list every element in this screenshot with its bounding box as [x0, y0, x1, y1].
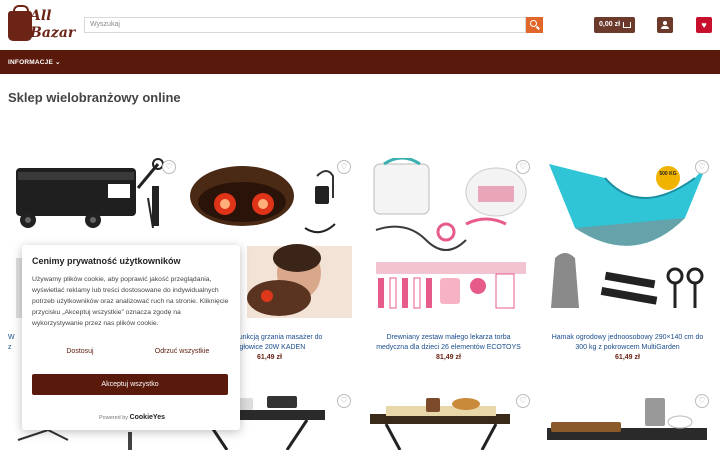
product-name-line2: medyczna dla dzieci 26 elementów ECOTOYS [376, 344, 521, 351]
logo-line2: Bazar [30, 25, 76, 41]
product-name-line2: z [8, 344, 12, 351]
nav-item-informacje[interactable]: INFORMACJE ⌄ [8, 58, 61, 66]
search-input[interactable]: Wyszukaj [84, 17, 526, 33]
product-name-line1: W [8, 334, 15, 341]
product-price: 61,49 zł [615, 354, 640, 361]
cart-total: 0,00 zł [599, 21, 621, 28]
reject-all-button[interactable]: Odrzuć wszystkie [134, 344, 230, 359]
add-to-wishlist-icon[interactable]: ♡ [162, 160, 176, 174]
search-icon [530, 20, 537, 27]
heart-icon: ♥ [701, 20, 707, 30]
capacity-badge: 500 KG [656, 166, 680, 190]
site-header: All Bazar Wyszukaj 0,00 zł ♥ [0, 0, 720, 50]
powered-by: Powered by CookieYes [32, 414, 232, 421]
product-image-hammock[interactable] [545, 158, 710, 318]
user-icon-body [661, 26, 669, 29]
add-to-wishlist-icon[interactable]: ♡ [516, 160, 530, 174]
shopping-bag-icon [8, 5, 32, 41]
product-name[interactable]: W z [8, 333, 22, 353]
add-to-wishlist-icon[interactable]: ♡ [516, 394, 530, 408]
product-price: 81,49 zł [436, 354, 461, 361]
add-to-wishlist-icon[interactable]: ♡ [695, 160, 709, 174]
user-icon [663, 21, 667, 25]
wishlist-button[interactable]: ♥ [696, 17, 712, 33]
product-image-doctor-kit[interactable] [366, 158, 531, 318]
cookie-description: Używamy plików cookie, aby poprawić jako… [32, 276, 229, 327]
cookieyes-logo[interactable]: CookieYes [130, 414, 165, 421]
product-image-table-coffee[interactable] [545, 392, 710, 450]
basket-icon [623, 22, 631, 28]
page-title: Sklep wielobranżowy online [8, 90, 181, 105]
add-to-wishlist-icon[interactable]: ♡ [337, 160, 351, 174]
product-name[interactable]: Drewniany zestaw małego lekarza torba me… [366, 333, 531, 353]
add-to-wishlist-icon[interactable]: ♡ [337, 394, 351, 408]
logo-line1: All [30, 8, 52, 24]
account-button[interactable] [657, 17, 673, 33]
product-card[interactable]: ♡ [545, 392, 710, 455]
cookie-title: Cenimy prywatność użytkowników [32, 256, 181, 266]
product-image-table-map[interactable] [366, 392, 531, 451]
logo-text: All Bazar [30, 8, 76, 42]
logo[interactable]: All Bazar [8, 5, 75, 45]
accept-all-button[interactable]: Akceptuj wszystko [32, 374, 228, 395]
product-name[interactable]: Hamak ogrodowy jednoosobowy 290×140 cm d… [545, 333, 710, 353]
customize-button[interactable]: Dostosuj [32, 344, 128, 359]
search-button[interactable] [526, 17, 543, 33]
product-name-line1: Hamak ogrodowy jednoosobowy 290×140 cm d… [551, 334, 704, 341]
product-name-line1: Drewniany zestaw małego lekarza torba [386, 334, 511, 341]
add-to-wishlist-icon[interactable]: ♡ [695, 394, 709, 408]
product-card[interactable]: ♡ [366, 392, 531, 455]
cart-button[interactable]: 0,00 zł [594, 17, 635, 33]
product-name-line2: 300 kg z pokrowcem MultiGarden [575, 344, 680, 351]
main-nav: INFORMACJE ⌄ [0, 50, 720, 74]
cookie-consent-dialog: Cenimy prywatność użytkowników Używamy p… [22, 245, 240, 430]
powered-prefix: Powered by [99, 415, 129, 421]
